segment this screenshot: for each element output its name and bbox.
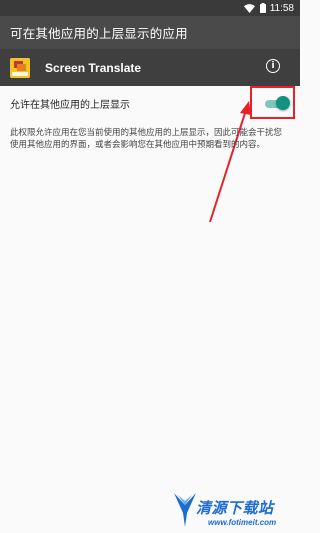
status-bar: 11:58	[0, 0, 300, 16]
setting-label: 允许在其他应用的上层显示	[10, 100, 130, 111]
page-title: 可在其他应用的上层显示的应用	[10, 26, 188, 41]
watermark: 清源下载站 www.fotimeit.com	[168, 491, 300, 529]
status-time: 11:58	[269, 2, 294, 14]
watermark-logo-icon	[174, 493, 196, 527]
info-icon[interactable]: i	[266, 59, 280, 73]
app-header-row: Screen Translate i	[0, 49, 300, 86]
wifi-icon	[243, 3, 255, 13]
permission-description: 此权限允许应用在您当前使用的其他应用的上层显示，因此可能会干扰您使用其他应用的界…	[10, 128, 283, 150]
annotation-highlight-box	[250, 86, 295, 119]
screen-translate-app-icon	[10, 57, 30, 78]
app-bar: 可在其他应用的上层显示的应用	[0, 16, 300, 49]
battery-icon	[259, 3, 266, 13]
watermark-title: 清源下载站	[196, 499, 274, 517]
app-name: Screen Translate	[45, 60, 142, 75]
watermark-url: www.fotimeit.com	[208, 518, 277, 527]
